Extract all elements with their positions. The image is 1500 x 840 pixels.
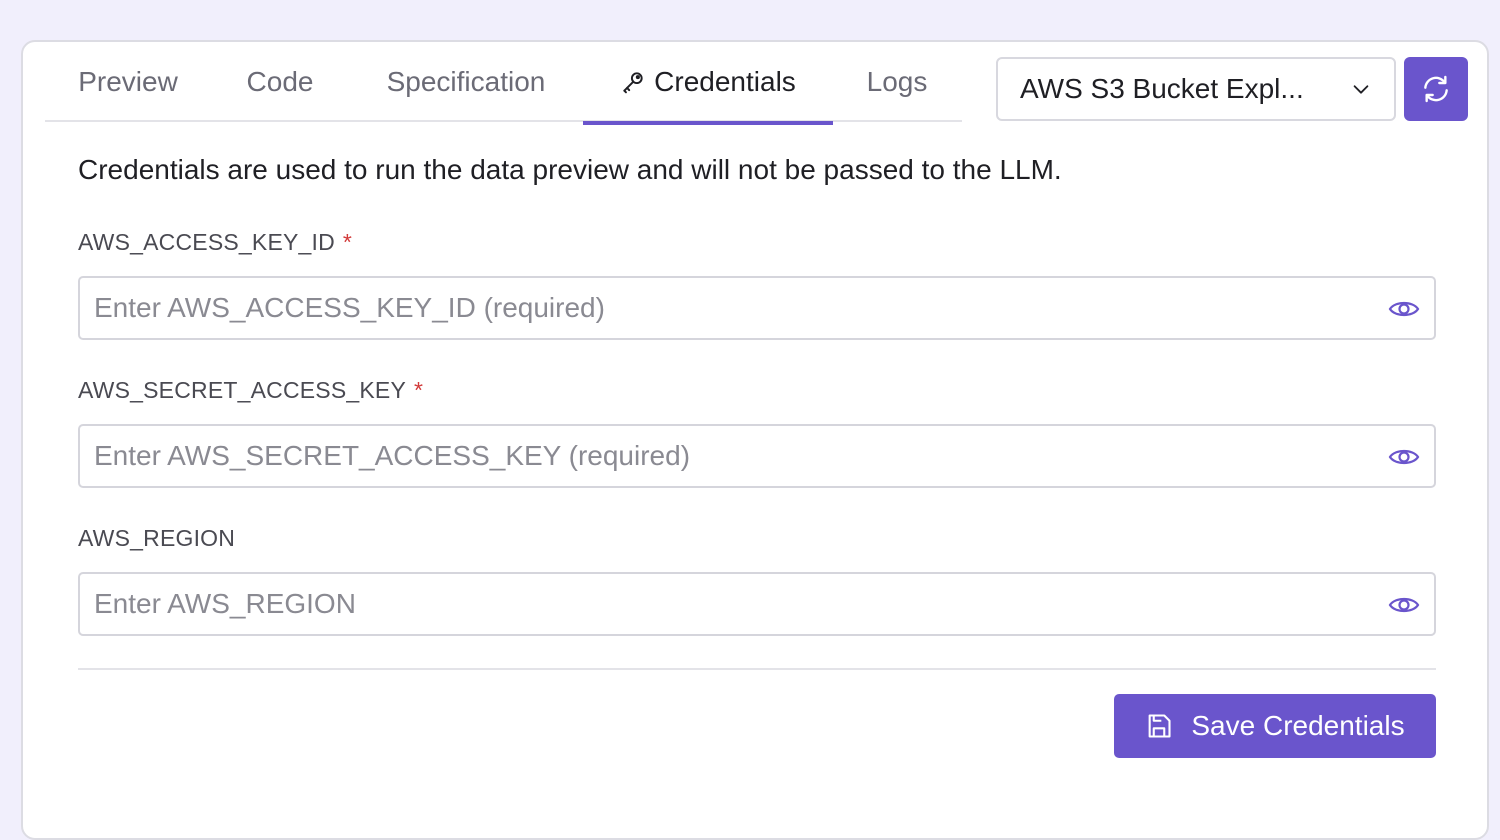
access-key-id-input[interactable] <box>80 278 1434 338</box>
eye-icon[interactable] <box>1388 443 1420 471</box>
field-label-text: AWS_ACCESS_KEY_ID <box>78 229 335 255</box>
tab-preview[interactable]: Preview <box>45 42 211 122</box>
save-credentials-label: Save Credentials <box>1191 710 1405 741</box>
tab-label: Logs <box>866 66 928 97</box>
tab-bar: Preview Code Specification Credentials L… <box>45 42 962 125</box>
credentials-panel: Preview Code Specification Credentials L… <box>21 40 1489 840</box>
key-icon <box>620 69 646 95</box>
field-label-secret-access-key: AWS_SECRET_ACCESS_KEY * <box>78 377 423 404</box>
field-label-text: AWS_REGION <box>78 525 236 551</box>
tab-label: Code <box>246 66 314 97</box>
divider <box>78 668 1436 670</box>
refresh-button[interactable] <box>1404 57 1468 121</box>
tab-label: Credentials <box>654 66 796 97</box>
field-label-text: AWS_SECRET_ACCESS_KEY <box>78 377 407 403</box>
access-key-id-field-wrapper <box>78 276 1436 340</box>
tab-label: Preview <box>78 66 178 97</box>
connector-select[interactable]: AWS S3 Bucket Expl... <box>996 57 1396 121</box>
tab-logs[interactable]: Logs <box>833 42 961 122</box>
secret-access-key-field-wrapper <box>78 424 1436 488</box>
eye-icon[interactable] <box>1388 591 1420 619</box>
tab-specification[interactable]: Specification <box>349 42 583 122</box>
region-field-wrapper <box>78 572 1436 636</box>
save-credentials-button[interactable]: Save Credentials <box>1114 694 1436 758</box>
chevron-down-icon <box>1350 78 1372 100</box>
field-label-access-key-id: AWS_ACCESS_KEY_ID * <box>78 229 352 256</box>
connector-select-value: AWS S3 Bucket Expl... <box>1020 73 1304 104</box>
region-input[interactable] <box>80 574 1434 634</box>
field-label-region: AWS_REGION <box>78 525 235 552</box>
secret-access-key-input[interactable] <box>80 426 1434 486</box>
required-marker: * <box>342 229 353 255</box>
required-marker: * <box>414 377 424 403</box>
tab-label: Specification <box>386 66 546 97</box>
eye-icon[interactable] <box>1388 295 1420 323</box>
tab-credentials[interactable]: Credentials <box>583 42 833 125</box>
credentials-info-text: Credentials are used to run the data pre… <box>78 154 1062 185</box>
save-icon <box>1145 712 1173 740</box>
refresh-icon <box>1420 73 1452 105</box>
tab-code[interactable]: Code <box>211 42 349 122</box>
